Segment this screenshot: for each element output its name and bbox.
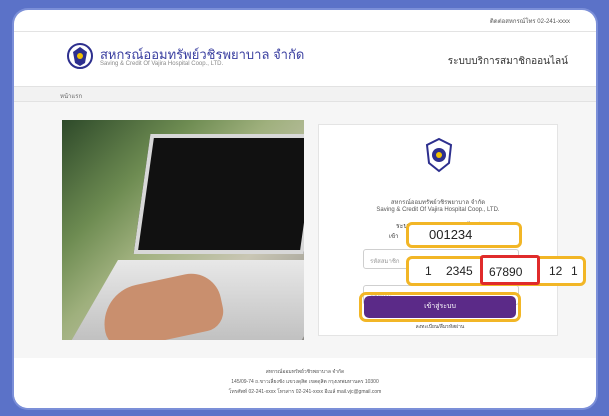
- password-part-3: 67890: [489, 265, 523, 279]
- system-title: ระบบบริการสมาชิกออนไลน์: [447, 56, 568, 67]
- site-header: สหกรณ์ออมทรัพย์วชิรพยาบาล จำกัด Saving &…: [14, 32, 596, 86]
- login-button[interactable]: เข้าสู่ระบบ: [364, 296, 516, 318]
- password-part-5: 1: [571, 264, 578, 278]
- password-part-4: 12: [549, 264, 563, 278]
- laptop-photo: [62, 120, 304, 340]
- org-name-en: Saving & Credit Of Vajira Hospital Coop.…: [376, 207, 500, 213]
- laptop-screen: [133, 134, 304, 254]
- member-id-value: 001234: [429, 227, 473, 242]
- footer-org: สหกรณ์ออมทรัพย์วชิรพยาบาล จำกัด: [265, 369, 345, 375]
- footer-address: 145/09-74 ถ.ขาวเลี่ยงชัง แขวงดุสิต เขตดุ…: [231, 379, 379, 385]
- footer-contact: โทรศัพท์ 02-241-xxxx โทรสาร 02-241-xxxx …: [228, 389, 382, 395]
- member-id-callout: 001234: [406, 222, 522, 248]
- breadcrumb-home[interactable]: หน้าแรก: [60, 91, 82, 101]
- password-part-1: 1: [425, 264, 432, 278]
- page-frame: ติดต่อสหกรณ์โทร 02-241-xxxx สหกรณ์ออมทรั…: [14, 10, 596, 408]
- password-highlight: 67890: [480, 255, 540, 285]
- site-footer: สหกรณ์ออมทรัพย์วชิรพยาบาล จำกัด 145/09-7…: [14, 358, 596, 408]
- contact-info: ติดต่อสหกรณ์โทร 02-241-xxxx: [489, 19, 570, 25]
- password-callout: 1 2345 67890 12 1: [406, 255, 586, 286]
- login-subtitle: เข้า: [389, 234, 399, 240]
- brand-name-en: Saving & Credit Of Vajira Hospital Coop.…: [100, 61, 224, 67]
- coop-logo-icon: [67, 43, 93, 69]
- breadcrumb: หน้าแรก: [14, 86, 596, 102]
- top-bar: ติดต่อสหกรณ์โทร 02-241-xxxx: [14, 10, 596, 32]
- member-id-placeholder: รหัสสมาชิก: [370, 259, 400, 265]
- org-name-th: สหกรณ์ออมทรัพย์วชิรพยาบาล จำกัด: [390, 200, 486, 206]
- coop-seal-icon: [425, 137, 453, 173]
- forgot-password-link[interactable]: ลงทะเบียน/ลืมรหัสผ่าน: [364, 323, 516, 331]
- password-part-2: 2345: [446, 264, 473, 278]
